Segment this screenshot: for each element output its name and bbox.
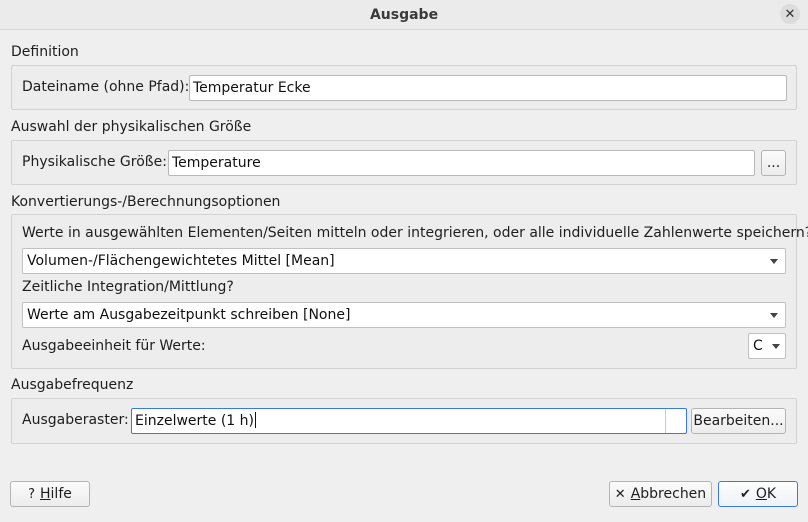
time-integration-select-value: Werte am Ausgabezeitpunkt schreiben [Non… (27, 307, 351, 323)
quantity-browse-button[interactable]: ... (761, 150, 786, 176)
section-quantity-title: Auswahl der physikalischen Größe (11, 119, 252, 135)
window-title: Ausgabe (369, 6, 439, 23)
averaging-select-value: Volumen-/Flächengewichtetes Mittel [Mean… (27, 253, 335, 269)
unit-select-value: C (753, 338, 763, 354)
question-mark-icon: ? (28, 486, 36, 502)
time-integration-select[interactable]: Werte am Ausgabezeitpunkt schreiben [Non… (22, 302, 786, 328)
grid-dropdown-toggle[interactable] (665, 409, 686, 433)
cross-icon: ✕ (614, 486, 626, 502)
averaging-select[interactable]: Volumen-/Flächengewichtetes Mittel [Mean… (22, 248, 786, 274)
help-button[interactable]: ? Hilfe (10, 481, 90, 507)
title-bar: Ausgabe ✕ (0, 0, 808, 30)
filename-input[interactable]: Temperatur Ecke (189, 75, 787, 101)
checkmark-icon: ✔ (739, 486, 751, 502)
chevron-down-icon (770, 259, 778, 264)
unit-label: Ausgabeeinheit für Werte: (22, 338, 206, 354)
group-definition: Dateiname (ohne Pfad): Temperatur Ecke (11, 65, 797, 110)
grid-label: Ausgaberaster: (22, 412, 129, 428)
group-frequency: Ausgaberaster: Einzelwerte (1 h) Bearbei… (11, 398, 797, 444)
chevron-down-icon (770, 313, 778, 318)
cancel-label: Abbrechen (630, 486, 707, 502)
quantity-label: Physikalische Größe: (22, 154, 167, 170)
help-label: Hilfe (40, 486, 72, 502)
group-quantity: Physikalische Größe: Temperature ... (11, 140, 797, 185)
grid-combobox-value: Einzelwerte (1 h) (135, 413, 254, 429)
ok-label: OK (755, 486, 777, 502)
section-frequency-title: Ausgabefrequenz (11, 377, 134, 393)
time-question: Zeitliche Integration/Mittlung? (22, 279, 234, 295)
quantity-input[interactable]: Temperature (168, 150, 755, 176)
grid-combobox[interactable]: Einzelwerte (1 h) (131, 408, 687, 434)
text-cursor (255, 412, 256, 428)
close-icon[interactable]: ✕ (780, 4, 800, 24)
unit-select[interactable]: C (748, 333, 786, 359)
edit-grid-button[interactable]: Bearbeiten... (691, 408, 786, 434)
group-options: Werte in ausgewählten Elementen/Seiten m… (11, 214, 808, 369)
averaging-question: Werte in ausgewählten Elementen/Seiten m… (22, 225, 808, 241)
chevron-down-icon (772, 344, 780, 349)
ok-button[interactable]: ✔ OK (718, 481, 798, 507)
close-glyph: ✕ (784, 6, 796, 22)
section-options-title: Konvertierungs-/Berechnungsoptionen (11, 194, 281, 210)
section-definition-title: Definition (11, 44, 79, 60)
cancel-button[interactable]: ✕ Abbrechen (609, 481, 712, 507)
filename-label: Dateiname (ohne Pfad): (22, 79, 190, 95)
